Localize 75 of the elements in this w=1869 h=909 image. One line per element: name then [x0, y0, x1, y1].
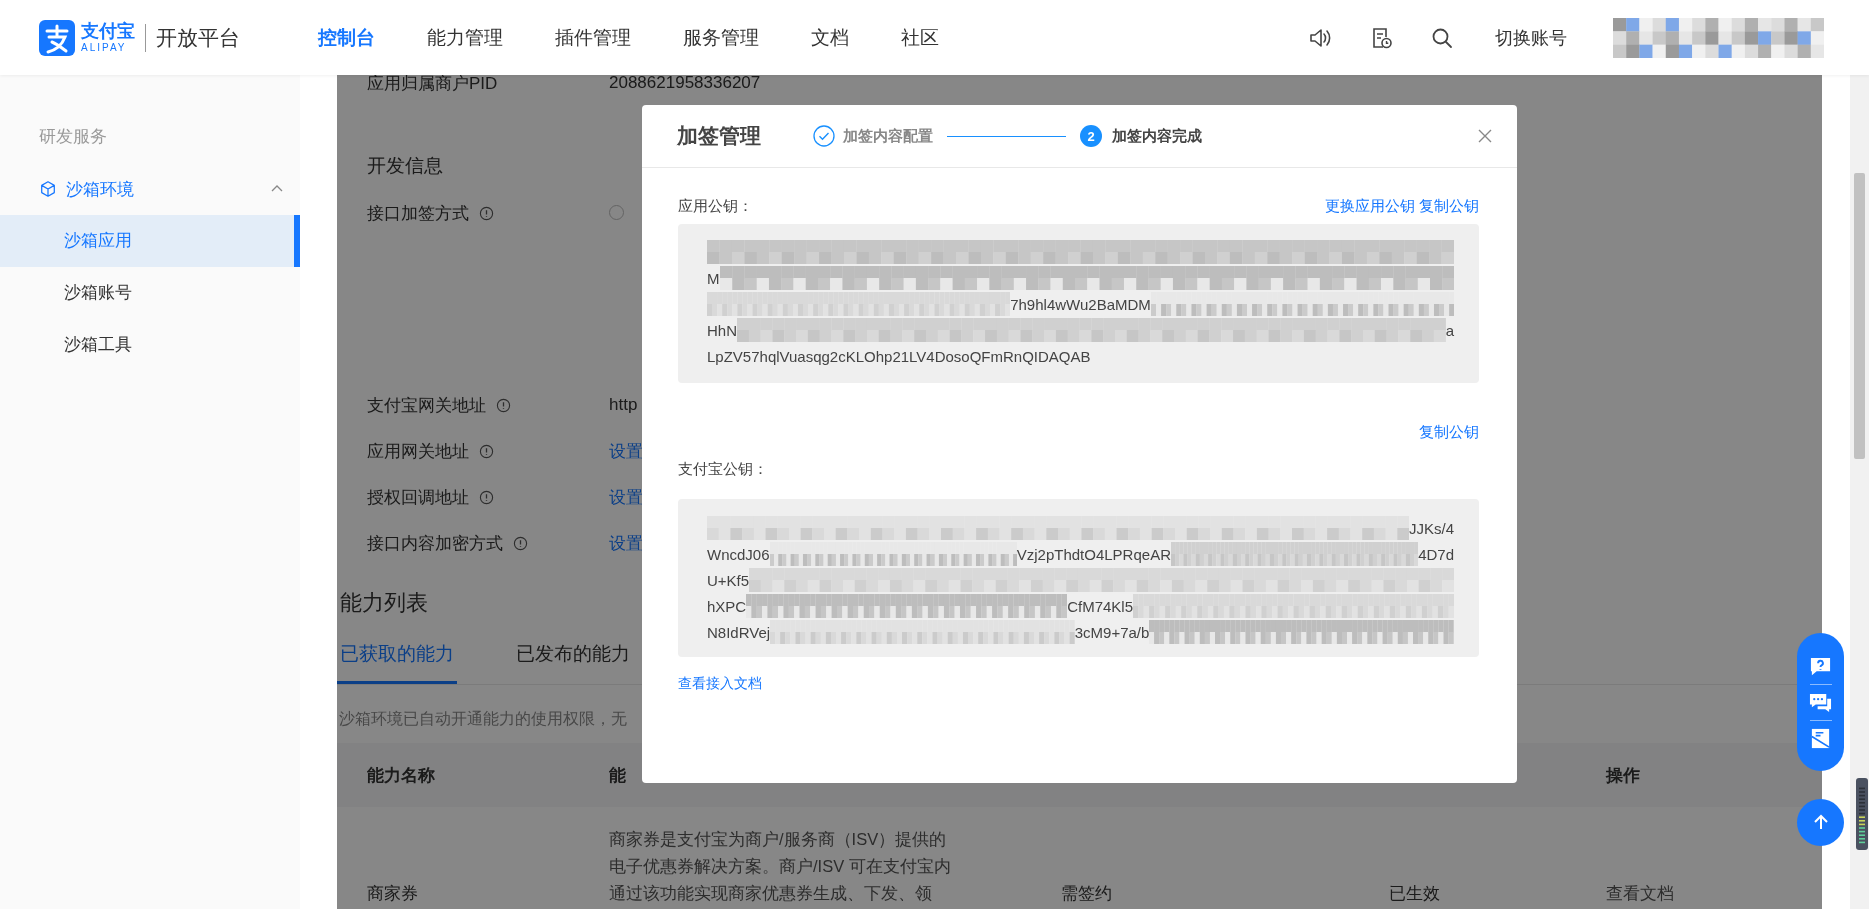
key-text: hXPC	[707, 597, 747, 615]
close-icon[interactable]	[1477, 128, 1493, 144]
nav-tab[interactable]: 插件管理	[555, 24, 631, 51]
step-label: 加签内容配置	[843, 126, 933, 146]
set-link[interactable]: 设置	[609, 439, 643, 463]
scrollbar[interactable]	[1850, 75, 1869, 909]
step-label: 加签内容完成	[1112, 126, 1202, 146]
key-text: CfM74Kl5	[1067, 597, 1134, 615]
level-meter-icon	[1856, 778, 1868, 850]
nav-tab[interactable]: 文档	[811, 24, 849, 51]
info-icon[interactable]	[479, 489, 494, 505]
dialog-title: 加签管理	[677, 123, 761, 149]
nav-tab[interactable]: 社区	[901, 24, 939, 51]
docs-link[interactable]: 查看接入文档	[678, 675, 762, 693]
field-value: http	[609, 395, 638, 415]
logo-name: 支付宝	[81, 22, 135, 40]
key-text: M	[707, 269, 720, 287]
column-header: 操作	[1606, 764, 1641, 787]
field-value: 2088621958336207	[609, 75, 761, 93]
key-text: WncdJ06	[707, 545, 770, 563]
key-text: JJKs/4	[1409, 519, 1454, 537]
key-text: LpZV57hqlVuasqg2cKLOhp21LV4DosoQFmRnQIDAQAB	[707, 347, 1091, 365]
set-link[interactable]: 设置	[609, 531, 643, 555]
key-text: HhN	[707, 321, 737, 339]
pixelated-account[interactable]	[1613, 17, 1824, 58]
table-cell-text: 需签约	[1061, 883, 1113, 905]
tab[interactable]: 已获取的能力	[337, 618, 457, 684]
key-text: a	[1445, 321, 1454, 339]
nav-tab[interactable]: 能力管理	[427, 24, 503, 51]
key-label: 支付宝公钥：	[678, 459, 768, 479]
product-name: 开放平台	[156, 24, 240, 51]
section-title: 开发信息	[367, 154, 443, 178]
sidebar-item[interactable]: 沙箱账号	[0, 267, 300, 319]
key-text: 3cM9+7a/b	[1074, 623, 1150, 641]
switch-account-link[interactable]: 切换账号	[1495, 25, 1567, 50]
nav-tab[interactable]: 服务管理	[683, 24, 759, 51]
key-text: Vzj2pThdtO4LPRqeAR	[1016, 545, 1171, 563]
mail-icon[interactable]	[1809, 726, 1832, 750]
info-icon[interactable]	[479, 443, 494, 459]
notice-text: 沙箱环境已自动开通能力的使用权限，无	[338, 709, 628, 729]
info-icon[interactable]	[496, 397, 511, 413]
key-text: 4D7d	[1418, 545, 1454, 563]
tab[interactable]: 已发布的能力	[513, 618, 633, 684]
field-label: 接口内容加密方式	[367, 532, 503, 555]
nav-tab[interactable]: 控制台	[318, 24, 375, 51]
sidebar-group[interactable]: 沙箱环境	[0, 163, 300, 215]
key-text: U+Kf5	[707, 571, 750, 589]
sidebar-section-title: 研发服务	[38, 126, 108, 148]
field-label: 应用网关地址	[367, 440, 469, 463]
field-label: 支付宝网关地址	[367, 394, 486, 417]
column-header: 能力名称	[367, 764, 436, 787]
alipay-logo-icon[interactable]	[39, 19, 75, 56]
info-icon[interactable]	[479, 206, 494, 221]
key-text: N8IdRVej	[707, 623, 771, 641]
sidebar-item[interactable]: 沙箱工具	[0, 319, 300, 371]
step-number: 2	[1080, 125, 1102, 147]
copy-key-link[interactable]: 复制公钥	[1419, 423, 1479, 443]
key-action-link[interactable]: 复制公钥	[1419, 196, 1479, 216]
table-cell-text: 商家券是支付宝为商户/服务商（ISV）提供的电子优惠券解决方案。商户/ISV 可在支付宝内通过该功能实现商家优惠券生成、下发、领	[609, 829, 952, 904]
column-header: 能	[609, 764, 627, 787]
key-text: 7h9hl4wWu2BaMDM	[1010, 295, 1151, 313]
cube-icon	[39, 180, 57, 198]
table-cell-text: 已生效	[1389, 883, 1441, 905]
info-icon[interactable]	[513, 535, 528, 551]
sidebar-item[interactable]: 沙箱应用	[0, 215, 300, 267]
key-action-link[interactable]: 更换应用公钥	[1325, 196, 1415, 216]
table-cell-text: 商家券	[367, 883, 419, 905]
logo-subtitle: ALIPAY	[81, 43, 128, 53]
field-label: 接口加签方式	[367, 203, 469, 225]
key-label: 应用公钥：	[678, 196, 753, 216]
field-label: 授权回调地址	[367, 486, 469, 509]
view-docs-link[interactable]: 查看文档	[1606, 807, 1822, 907]
set-link[interactable]: 设置	[609, 485, 643, 509]
section-title: 能力列表	[339, 589, 428, 617]
scrollbar-thumb[interactable]	[1854, 173, 1865, 459]
